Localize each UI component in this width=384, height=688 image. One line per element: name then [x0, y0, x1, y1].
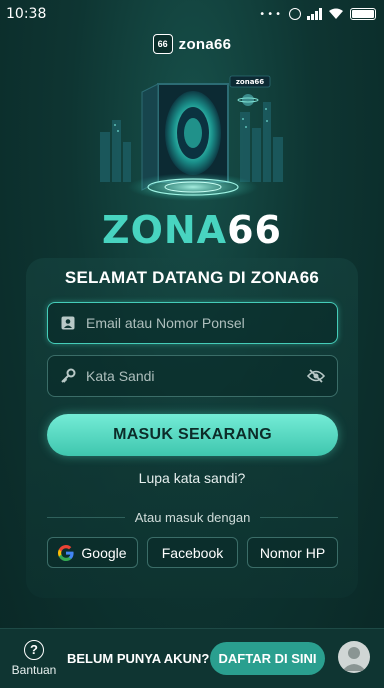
alarm-icon: [289, 8, 301, 20]
phone-login-button[interactable]: Nomor HP: [247, 537, 338, 568]
help-label: Bantuan: [11, 663, 57, 677]
key-icon: [60, 368, 76, 384]
brand-header: 66 zona66: [0, 34, 384, 54]
wifi-icon: [329, 8, 343, 19]
google-icon: [58, 544, 75, 561]
phone-label: Nomor HP: [259, 544, 326, 561]
logo-text-zona: ZONA: [102, 208, 228, 252]
help-icon: ?: [24, 640, 44, 660]
status-icons: •••: [259, 8, 376, 20]
clock: 10:38: [6, 6, 47, 22]
battery-icon: [350, 8, 376, 20]
contact-card-icon: [60, 315, 76, 331]
door-badge-text: zona66: [236, 78, 264, 86]
alt-login-divider: Atau masuk dengan: [47, 508, 339, 526]
password-field[interactable]: [47, 355, 338, 397]
hero-portal-illustration: zona66: [100, 75, 283, 201]
divider-line: [47, 516, 125, 518]
divider-line: [260, 516, 339, 518]
no-account-text: BELUM PUNYA AKUN?: [67, 651, 210, 666]
avatar[interactable]: [338, 641, 370, 673]
more-dots-icon: •••: [259, 8, 283, 20]
google-label: Google: [81, 544, 127, 561]
login-button[interactable]: MASUK SEKARANG: [47, 414, 338, 456]
help-button[interactable]: ? Bantuan: [8, 640, 60, 677]
register-button[interactable]: DAFTAR DI SINI: [210, 642, 325, 675]
divider-label: Atau masuk dengan: [134, 509, 251, 525]
email-field[interactable]: [47, 302, 338, 344]
google-login-button[interactable]: Google: [47, 537, 138, 568]
forgot-password-link[interactable]: Lupa kata sandi?: [0, 470, 384, 486]
welcome-title: SELAMAT DATANG DI ZONA66: [64, 268, 320, 287]
facebook-label: Facebook: [161, 544, 224, 561]
brand-badge-icon: 66: [152, 34, 173, 54]
brand-name: zona66: [178, 35, 232, 53]
user-icon: [342, 647, 366, 671]
signal-icon: [307, 8, 322, 20]
status-bar: 10:38 •••: [0, 0, 384, 28]
logo-text-66: 66: [227, 208, 282, 252]
facebook-login-button[interactable]: Facebook: [147, 537, 238, 568]
zona66-logo: ZONA66: [0, 208, 384, 252]
eye-off-icon[interactable]: [307, 367, 325, 385]
password-input[interactable]: [86, 368, 307, 384]
email-input[interactable]: [86, 315, 325, 331]
